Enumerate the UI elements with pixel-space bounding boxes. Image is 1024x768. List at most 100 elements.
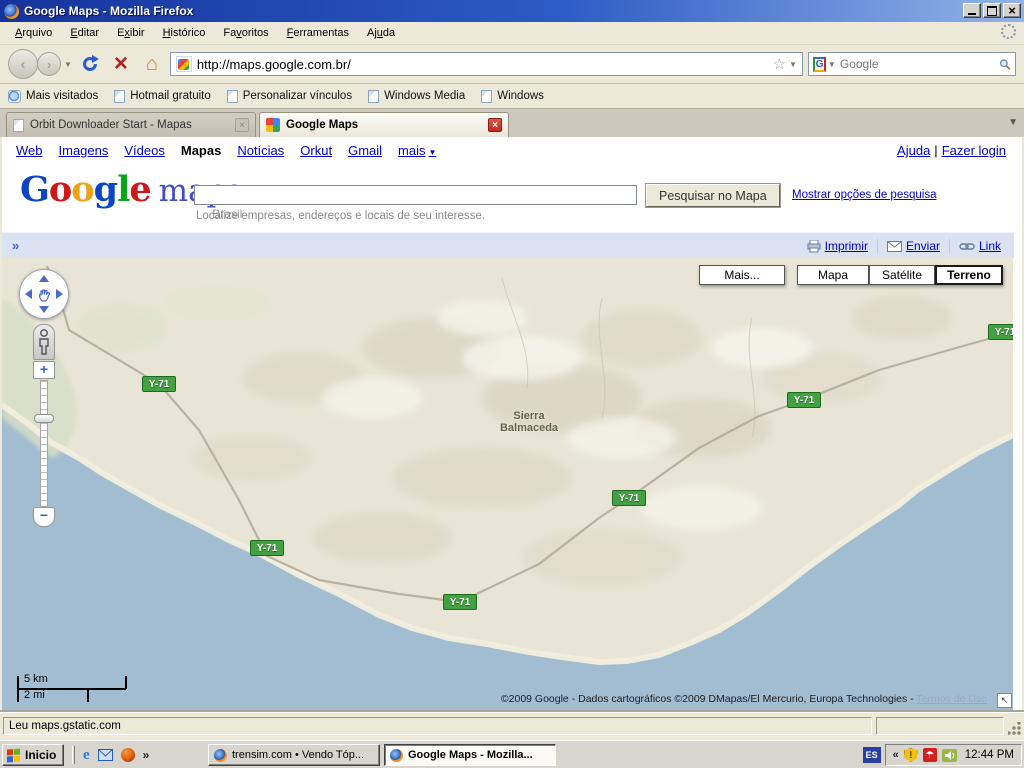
google-maps-favicon [266, 118, 280, 132]
gheader-link-gmail[interactable]: Gmail [348, 143, 382, 158]
maps-search-input[interactable] [194, 185, 637, 205]
stop-button[interactable]: × [108, 51, 134, 77]
most-visited-icon [8, 90, 21, 103]
menu-favoritos[interactable]: Favoritos [214, 23, 277, 43]
sidebar-collapse-button[interactable]: » [2, 238, 29, 253]
gheader-link-videos[interactable]: Vídeos [124, 143, 164, 158]
antivirus-icon[interactable]: ☂ [923, 748, 937, 762]
map-type-satelite[interactable]: Satélite [869, 265, 935, 285]
url-dropdown-icon[interactable]: ▼ [789, 60, 797, 69]
menu-ajuda[interactable]: Ajuda [358, 23, 404, 43]
history-dropdown-icon[interactable]: ▼ [64, 60, 72, 69]
tray-chevron-icon[interactable]: « [893, 749, 899, 761]
zoom-out-button[interactable]: − [33, 507, 55, 527]
gheader-link-imagens[interactable]: Imagens [59, 143, 109, 158]
tab-close-icon[interactable]: × [488, 118, 502, 132]
quick-launch-overflow-icon[interactable]: » [143, 748, 150, 762]
volume-icon[interactable] [942, 749, 957, 762]
task-label: trensim.com • Vendo Tóp... [232, 749, 364, 761]
gheader-link-web[interactable]: Web [16, 143, 43, 158]
gheader-link-fazer-login[interactable]: Fazer login [942, 143, 1006, 158]
link-link[interactable]: Link [979, 239, 1001, 253]
google-header-right: Ajuda|Fazer login [897, 143, 1006, 158]
back-button[interactable]: ‹ [8, 49, 38, 79]
orange-app-icon[interactable] [121, 748, 135, 762]
pan-up-icon[interactable] [39, 275, 49, 282]
zoom-slider-thumb[interactable] [34, 414, 54, 423]
map-type-mapa[interactable]: Mapa [797, 265, 869, 285]
menu-ferramentas[interactable]: Ferramentas [278, 23, 358, 43]
engine-dropdown-icon[interactable]: ▼ [828, 60, 836, 69]
logo-letter: o [49, 169, 71, 210]
search-engine-box: G ▼ [808, 52, 1016, 76]
menu-bar: ArquivoEditarExibirHistóricoFavoritosFer… [0, 22, 1024, 45]
gheader-link-noticias[interactable]: Notícias [237, 143, 284, 158]
web-search-input[interactable] [840, 57, 995, 71]
menu-arquivo[interactable]: Arquivo [6, 23, 61, 43]
overview-map-toggle[interactable]: ↖ [997, 693, 1012, 708]
pan-right-icon[interactable] [56, 289, 63, 299]
home-button[interactable]: ⌂ [139, 51, 165, 77]
bookmark-star-icon[interactable]: ☆ [773, 55, 786, 73]
site-favicon [176, 56, 192, 72]
menu-exibir[interactable]: Exibir [108, 23, 154, 43]
map-type-mais[interactable]: Mais... [699, 265, 785, 285]
outlook-express-icon[interactable] [98, 749, 113, 761]
maximize-button[interactable] [983, 3, 1001, 18]
terms-of-use-link[interactable]: Termos de Uso [916, 693, 987, 705]
pan-down-icon[interactable] [39, 306, 49, 313]
firefox-icon [390, 749, 403, 762]
map-type-terreno[interactable]: Terreno [935, 265, 1003, 285]
magnifier-icon[interactable] [999, 57, 1011, 72]
start-button-label: Inicio [25, 748, 56, 762]
tab-close-icon[interactable]: × [235, 118, 249, 132]
resize-grip-icon[interactable] [1008, 722, 1021, 735]
street-view-pegman[interactable] [33, 324, 55, 360]
internet-explorer-icon[interactable]: e [83, 747, 90, 764]
bookmark-windows-media[interactable]: Windows Media [368, 90, 465, 103]
map-canvas[interactable]: + − Mais...MapaSatéliteTerreno Sierra Ba… [2, 258, 1013, 710]
bookmark-hotmail-gratuito[interactable]: Hotmail gratuito [114, 90, 211, 103]
forward-button[interactable]: › [37, 52, 61, 76]
tab-google-maps[interactable]: Google Maps × [259, 112, 509, 137]
logo-letter: l [117, 169, 129, 210]
bookmark-mais-visitados[interactable]: Mais visitados [8, 90, 98, 103]
road-marker-y-71-4: Y-71 [612, 490, 646, 506]
toolbar-grip[interactable] [72, 746, 75, 764]
search-options-link[interactable]: Mostrar opções de pesquisa [792, 189, 936, 201]
send-link[interactable]: Enviar [906, 239, 940, 253]
start-button[interactable]: Inicio [2, 744, 64, 766]
url-input[interactable] [197, 57, 768, 72]
menu-historico[interactable]: Histórico [154, 23, 215, 43]
tab-label: Google Maps [286, 119, 482, 131]
menu-editar[interactable]: Editar [61, 23, 108, 43]
zoom-slider-track[interactable] [40, 380, 48, 507]
tab-orbit-downloader-start-mapas[interactable]: Orbit Downloader Start - Mapas × [6, 112, 256, 137]
gheader-link-ajuda[interactable]: Ajuda [897, 143, 930, 158]
minimize-button[interactable] [963, 3, 981, 18]
pegman-icon [37, 329, 51, 355]
taskbar-task-google-maps-mozilla[interactable]: Google Maps - Mozilla... [384, 744, 556, 766]
gheader-link-orkut[interactable]: Orkut [300, 143, 332, 158]
map-pan-control[interactable] [19, 269, 69, 319]
print-link-item: Imprimir [798, 239, 877, 253]
bookmark-personalizar-vinculos[interactable]: Personalizar vínculos [227, 90, 352, 103]
tab-label: Orbit Downloader Start - Mapas [30, 119, 229, 131]
bookmark-windows[interactable]: Windows [481, 90, 544, 103]
pan-left-icon[interactable] [25, 289, 32, 299]
logo-letter: o [71, 169, 93, 210]
taskbar-task-trensim-com-vendo-top[interactable]: trensim.com • Vendo Tóp... [208, 744, 380, 766]
language-indicator[interactable]: ES [863, 747, 881, 763]
print-link[interactable]: Imprimir [825, 239, 868, 253]
reload-button[interactable] [77, 51, 103, 77]
tab-list-dropdown-icon[interactable]: ▼ [1008, 117, 1018, 128]
url-bar: ☆ ▼ [170, 52, 803, 76]
maps-search-button[interactable]: Pesquisar no Mapa [646, 184, 780, 207]
security-shield-icon[interactable]: ! [904, 748, 918, 762]
title-bar: Google Maps - Mozilla Firefox [0, 0, 1024, 22]
zoom-in-button[interactable]: + [33, 361, 55, 379]
close-button[interactable] [1003, 3, 1021, 18]
gheader-link-mapas: Mapas [181, 143, 221, 158]
gheader-link-mais[interactable]: mais▼ [398, 143, 436, 158]
road-marker-y-71-3: Y-71 [787, 392, 821, 408]
